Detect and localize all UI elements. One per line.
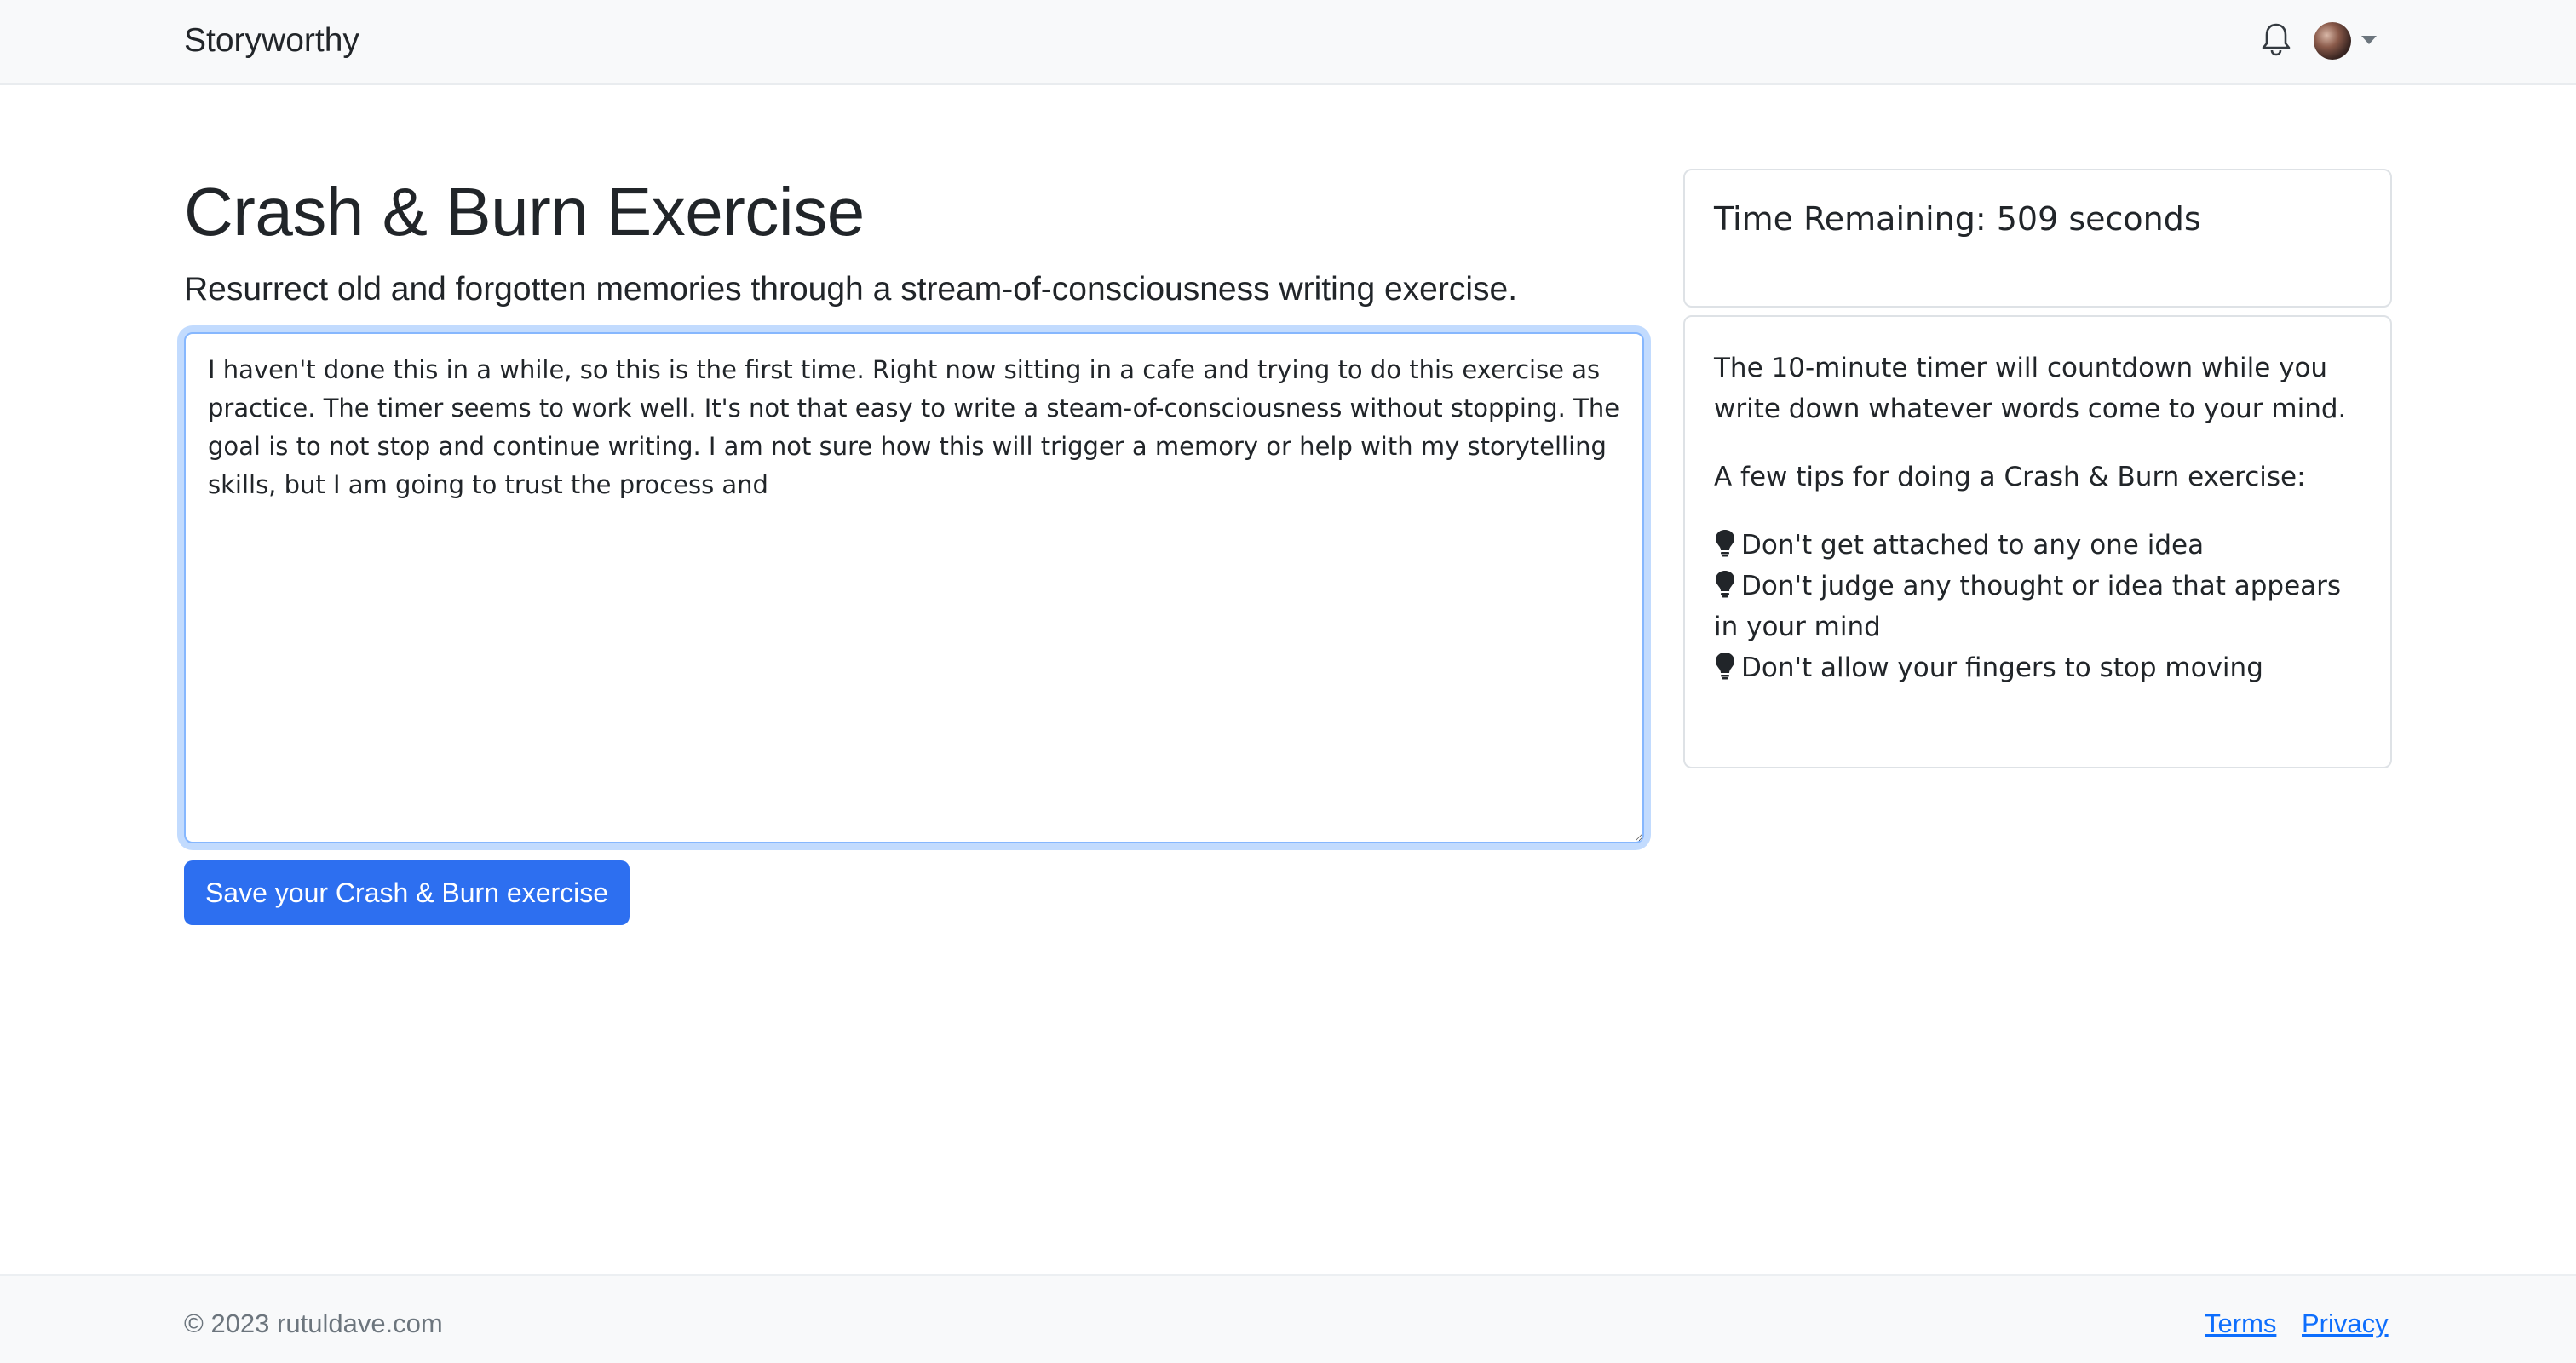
tips-body: The 10-minute timer will countdown while… [1714, 348, 2370, 688]
lightbulb-icon [1714, 569, 1736, 598]
timer-text: Time Remaining: 509 seconds [1714, 200, 2201, 238]
tip-text: Don't allow your fingers to stop moving [1741, 653, 2263, 683]
exercise-textarea[interactable] [184, 332, 1644, 843]
navbar: Storyworthy [0, 0, 2576, 85]
caret-down-icon[interactable] [2361, 36, 2377, 44]
tip-text: Don't get attached to any one idea [1741, 530, 2205, 561]
avatar[interactable] [2314, 22, 2351, 60]
list-item: Don't allow your fingers to stop moving [1714, 647, 2370, 688]
save-exercise-button[interactable]: Save your Crash & Burn exercise [184, 860, 630, 925]
list-item: Don't get attached to any one idea [1714, 525, 2370, 566]
tip-text: Don't judge any thought or idea that app… [1714, 571, 2342, 642]
copyright-text: © 2023 rutuldave.com [184, 1308, 443, 1338]
bell-icon[interactable] [2261, 22, 2291, 56]
page-lead: Resurrect old and forgotten memories thr… [184, 271, 1518, 308]
tips-heading: A few tips for doing a Crash & Burn exer… [1714, 462, 2306, 492]
privacy-link[interactable]: Privacy [2302, 1307, 2389, 1341]
terms-link[interactable]: Terms [2205, 1307, 2276, 1341]
tips-card: The 10-minute timer will countdown while… [1683, 315, 2392, 768]
brand-link[interactable]: Storyworthy [184, 19, 359, 63]
lightbulb-icon [1714, 651, 1736, 680]
lightbulb-icon [1714, 528, 1736, 557]
footer: © 2023 rutuldave.com Terms Privacy [0, 1274, 2576, 1363]
page-title: Crash & Burn Exercise [184, 174, 865, 250]
timer-card: Time Remaining: 509 seconds [1683, 169, 2392, 308]
tips-intro: The 10-minute timer will countdown while… [1714, 353, 2347, 424]
list-item: Don't judge any thought or idea that app… [1714, 566, 2370, 647]
tips-list: Don't get attached to any one idea Don't… [1714, 525, 2370, 688]
